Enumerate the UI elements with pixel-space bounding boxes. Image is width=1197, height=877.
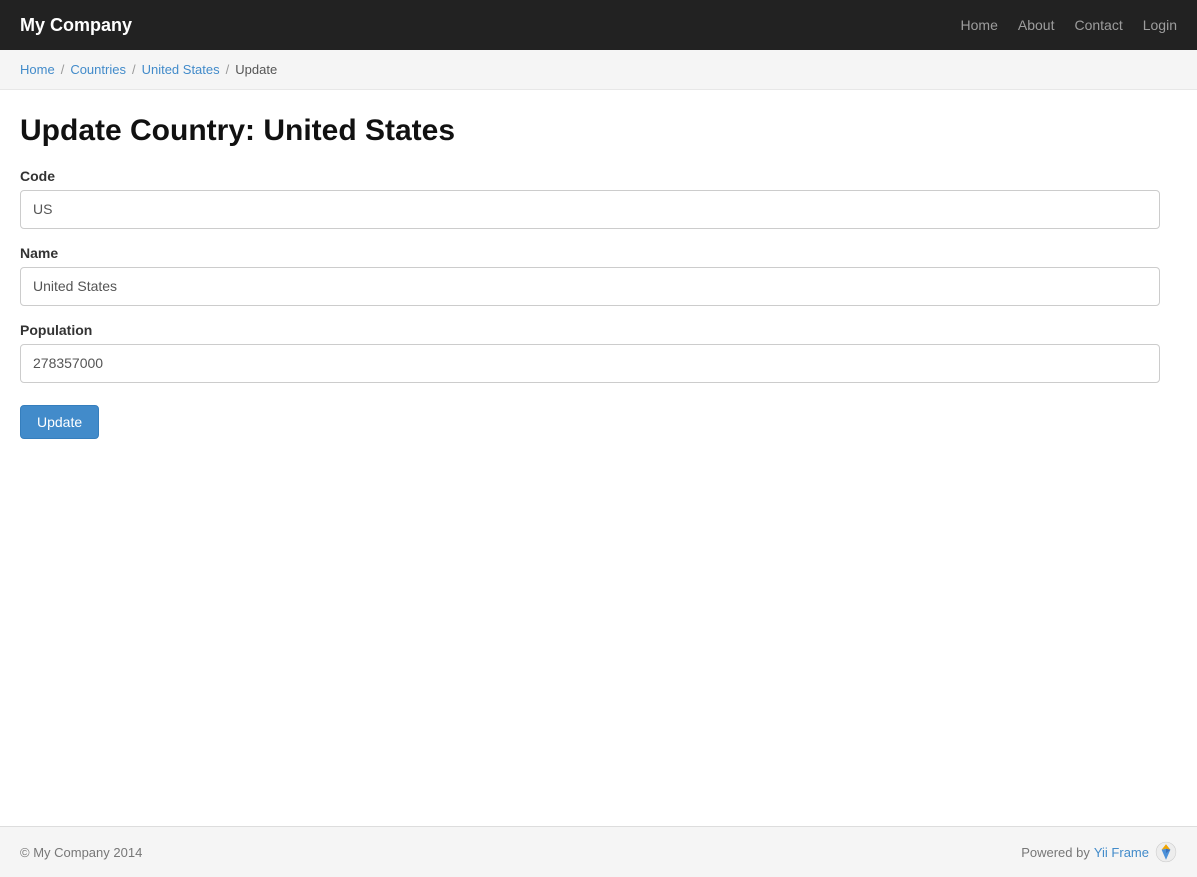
breadcrumb-item-home: Home	[20, 62, 55, 77]
breadcrumb-item-countries: Countries	[70, 62, 126, 77]
form-group-code: Code	[20, 168, 1177, 229]
form-group-name: Name	[20, 245, 1177, 306]
navbar-nav: Home About Contact Login	[961, 17, 1177, 33]
name-label: Name	[20, 245, 1177, 261]
update-country-form: Code Name Population Update	[20, 168, 1177, 439]
breadcrumb-link-united-states[interactable]: United States	[142, 62, 220, 77]
navbar: My Company Home About Contact Login	[0, 0, 1197, 50]
nav-item-contact: Contact	[1074, 17, 1122, 33]
footer-copyright: © My Company 2014	[20, 845, 142, 860]
yii-logo-icon	[1155, 841, 1177, 863]
breadcrumb-separator-2: /	[132, 62, 136, 77]
breadcrumb-separator-3: /	[226, 62, 230, 77]
breadcrumb-separator-1: /	[61, 62, 65, 77]
footer: © My Company 2014 Powered by Yii Frame	[0, 826, 1197, 877]
breadcrumb-bar: Home / Countries / United States / Updat…	[0, 50, 1197, 90]
nav-item-home: Home	[961, 17, 998, 33]
update-button[interactable]: Update	[20, 405, 99, 439]
main-content: Update Country: United States Code Name …	[0, 90, 1197, 826]
footer-yii-link[interactable]: Yii Frame	[1094, 845, 1149, 860]
code-label: Code	[20, 168, 1177, 184]
nav-item-login: Login	[1143, 17, 1177, 33]
population-label: Population	[20, 322, 1177, 338]
nav-link-home[interactable]: Home	[961, 17, 998, 33]
breadcrumb: Home / Countries / United States / Updat…	[20, 62, 1177, 77]
breadcrumb-current: Update	[235, 62, 277, 77]
nav-link-contact[interactable]: Contact	[1074, 17, 1122, 33]
footer-powered: Powered by Yii Frame	[1021, 841, 1177, 863]
footer-powered-text: Powered by	[1021, 845, 1090, 860]
form-group-population: Population	[20, 322, 1177, 383]
nav-link-about[interactable]: About	[1018, 17, 1055, 33]
breadcrumb-link-countries[interactable]: Countries	[70, 62, 126, 77]
breadcrumb-item-united-states: United States	[142, 62, 220, 77]
name-input[interactable]	[20, 267, 1160, 306]
nav-link-login[interactable]: Login	[1143, 17, 1177, 33]
page-title: Update Country: United States	[20, 114, 1177, 148]
breadcrumb-link-home[interactable]: Home	[20, 62, 55, 77]
nav-item-about: About	[1018, 17, 1055, 33]
population-input[interactable]	[20, 344, 1160, 383]
navbar-brand[interactable]: My Company	[20, 15, 132, 36]
code-input[interactable]	[20, 190, 1160, 229]
